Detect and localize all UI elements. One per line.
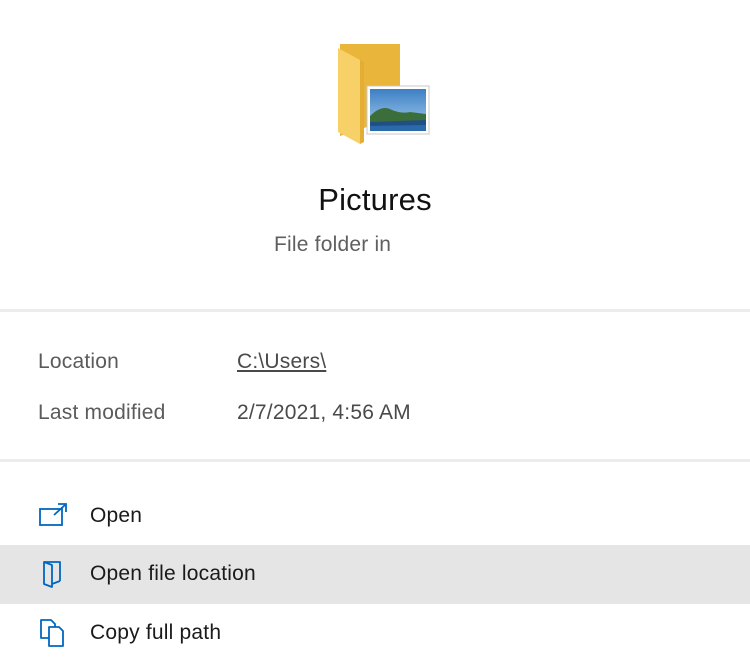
divider — [0, 459, 750, 462]
copy-full-path-action[interactable]: Copy full path — [0, 604, 750, 662]
file-header: Pictures File folder in — [0, 0, 750, 310]
open-external-icon — [39, 503, 67, 526]
last-modified-label: Last modified — [38, 401, 166, 424]
location-link[interactable]: C:\Users\ — [237, 350, 326, 374]
open-file-location-action[interactable]: Open file location — [0, 545, 750, 604]
file-details-panel: Pictures File folder in Location C:\User… — [0, 0, 750, 662]
location-label: Location — [38, 350, 119, 373]
copy-full-path-label: Copy full path — [90, 621, 222, 644]
open-file-location-label: Open file location — [90, 562, 256, 585]
open-folder-location-icon — [43, 561, 61, 588]
divider — [0, 309, 750, 312]
last-modified-value: 2/7/2021, 4:56 AM — [237, 401, 411, 424]
open-label: Open — [90, 504, 143, 527]
file-title: Pictures — [318, 182, 432, 217]
copy-icon — [40, 619, 64, 647]
file-type-subtitle: File folder in — [274, 233, 392, 256]
open-action[interactable]: Open — [0, 487, 750, 546]
folder-pictures-icon — [338, 44, 430, 144]
